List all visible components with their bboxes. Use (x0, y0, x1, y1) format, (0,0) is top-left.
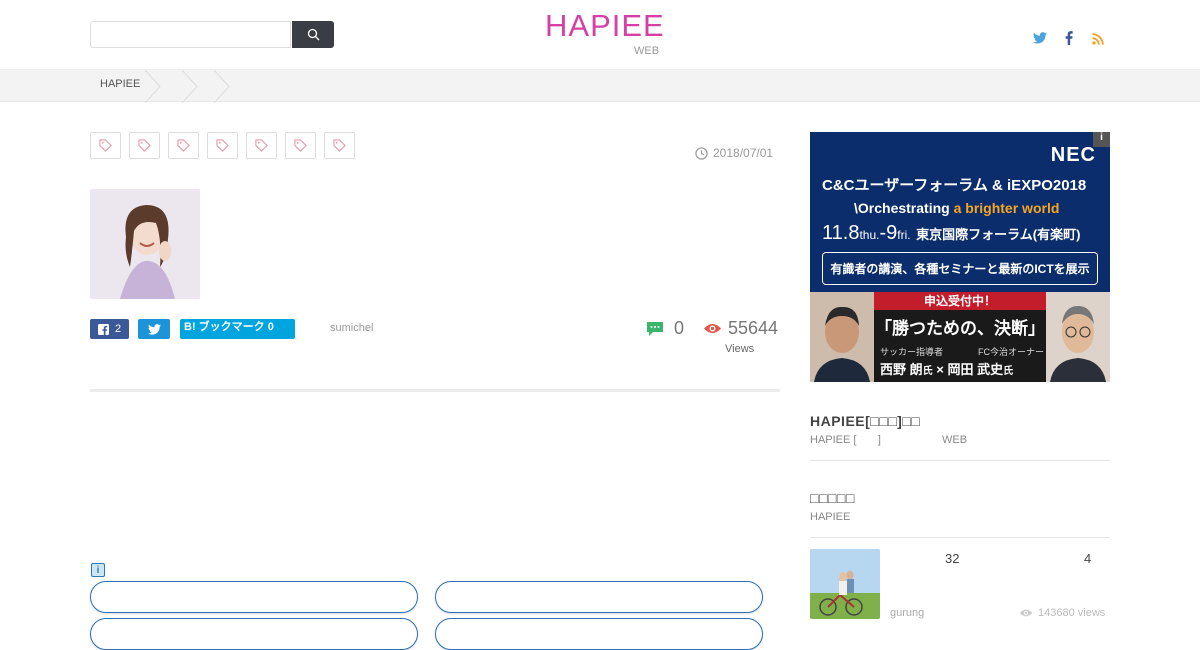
ad-info-icon[interactable]: i (91, 563, 105, 577)
sidebar-section-subtitle: HAPIEE [ ] WEB (810, 434, 968, 446)
tag-icon (138, 139, 151, 152)
banner-date: 11.8thu.-9fri. 東京国際フォーラム(有楽町) (822, 222, 1081, 244)
banner-ad[interactable]: i NEC C&Cユーザーフォーラム & iEXPO2018 \Orchestr… (810, 132, 1110, 382)
article-thumbnail[interactable] (90, 189, 200, 299)
ranking-item-views-text: 143680 views (1038, 607, 1106, 619)
comment-count[interactable]: 0 (646, 318, 684, 339)
sidebar-divider (810, 537, 1110, 538)
author-name[interactable]: sumichel (330, 322, 373, 334)
sidebar-divider (810, 460, 1110, 461)
tag-icon (99, 139, 112, 152)
search-icon (307, 28, 319, 41)
speaker-photo (1046, 292, 1110, 382)
tag-button[interactable] (285, 132, 316, 159)
banner-tagline: \Orchestrating a brighter world (854, 200, 1060, 216)
breadcrumb-separator (213, 70, 230, 103)
ranking-item-count: 32 (945, 551, 960, 566)
tag-icon (255, 139, 268, 152)
ad-link-button[interactable] (435, 618, 763, 650)
banner-brand: NEC (1050, 144, 1096, 166)
twitter-icon[interactable] (1032, 30, 1048, 46)
site-logo-subtitle: WEB (634, 45, 660, 57)
ad-link-button[interactable] (435, 581, 763, 613)
tag-icon (216, 139, 229, 152)
post-date-text: 2018/07/01 (713, 146, 774, 160)
facebook-share-count: 2 (114, 323, 122, 335)
post-date: 2018/07/01 (695, 146, 773, 160)
comment-icon (647, 321, 663, 336)
twitter-share-button[interactable] (138, 319, 170, 339)
twitter-icon (147, 323, 161, 335)
speaker-photo (810, 292, 874, 382)
rss-icon[interactable] (1090, 30, 1106, 46)
search-input[interactable] (90, 21, 291, 48)
tag-icon (177, 139, 190, 152)
tag-icon (333, 139, 346, 152)
content-divider (90, 389, 780, 392)
facebook-icon[interactable] (1061, 30, 1077, 46)
tag-button[interactable] (90, 132, 121, 159)
ad-link-button[interactable] (90, 618, 418, 650)
tag-button[interactable] (246, 132, 277, 159)
tag-icon (294, 139, 307, 152)
ranking-item-thumbnail[interactable] (810, 549, 880, 619)
banner-quote: 「勝つための、決断」 (875, 319, 1045, 338)
ranking-item-author[interactable]: gurung (890, 607, 924, 619)
facebook-icon (97, 323, 109, 335)
sidebar-section-subtitle: HAPIEE (810, 511, 851, 523)
tag-list (90, 132, 355, 159)
ranking-item-count: 4 (1084, 551, 1092, 566)
tag-button[interactable] (324, 132, 355, 159)
hatena-bookmark-button[interactable]: B! ブックマーク 0 (180, 319, 295, 339)
sidebar-section-title: □□□□□ (810, 490, 855, 506)
banner-bottom: 申込受付中！ 「勝つための、決断」 サッカー指導者 FC今治オーナー 西野 朗氏 … (810, 292, 1110, 382)
banner-event-title: C&Cユーザーフォーラム & iEXPO2018 (822, 177, 1087, 194)
banner-speakers: 西野 朗氏 × 岡田 武史氏 (880, 362, 1014, 377)
banner-registration-label: 申込受付中！ (874, 292, 1046, 310)
site-header: HAPIEE WEB (0, 0, 1200, 70)
search-button[interactable] (292, 21, 334, 48)
banner-description: 有識者の講演、各種セミナーと最新のICTを展示 (822, 252, 1098, 285)
tag-button[interactable] (207, 132, 238, 159)
facebook-share-button[interactable]: 2 (90, 319, 129, 339)
banner-roles: サッカー指導者 FC今治オーナー (880, 347, 1044, 357)
comment-count-value: 0 (674, 318, 685, 338)
ranking-item-views: 143680 views (1019, 607, 1105, 619)
breadcrumb: HAPIEE (0, 69, 1200, 103)
breadcrumb-separator (144, 70, 161, 103)
tag-button[interactable] (129, 132, 160, 159)
clock-icon (695, 146, 708, 160)
view-count: 55644 (703, 318, 778, 339)
view-count-value: 55644 (728, 318, 779, 338)
views-label: Views (725, 343, 755, 355)
tag-button[interactable] (168, 132, 199, 159)
eye-icon (703, 323, 722, 334)
sidebar-section-title: HAPIEE[□□□]□□ (810, 413, 921, 429)
breadcrumb-separator (181, 70, 198, 103)
breadcrumb-home[interactable]: HAPIEE (100, 78, 140, 90)
eye-icon (1019, 609, 1033, 617)
ad-link-button[interactable] (90, 581, 418, 613)
site-logo[interactable]: HAPIEE (545, 8, 665, 44)
